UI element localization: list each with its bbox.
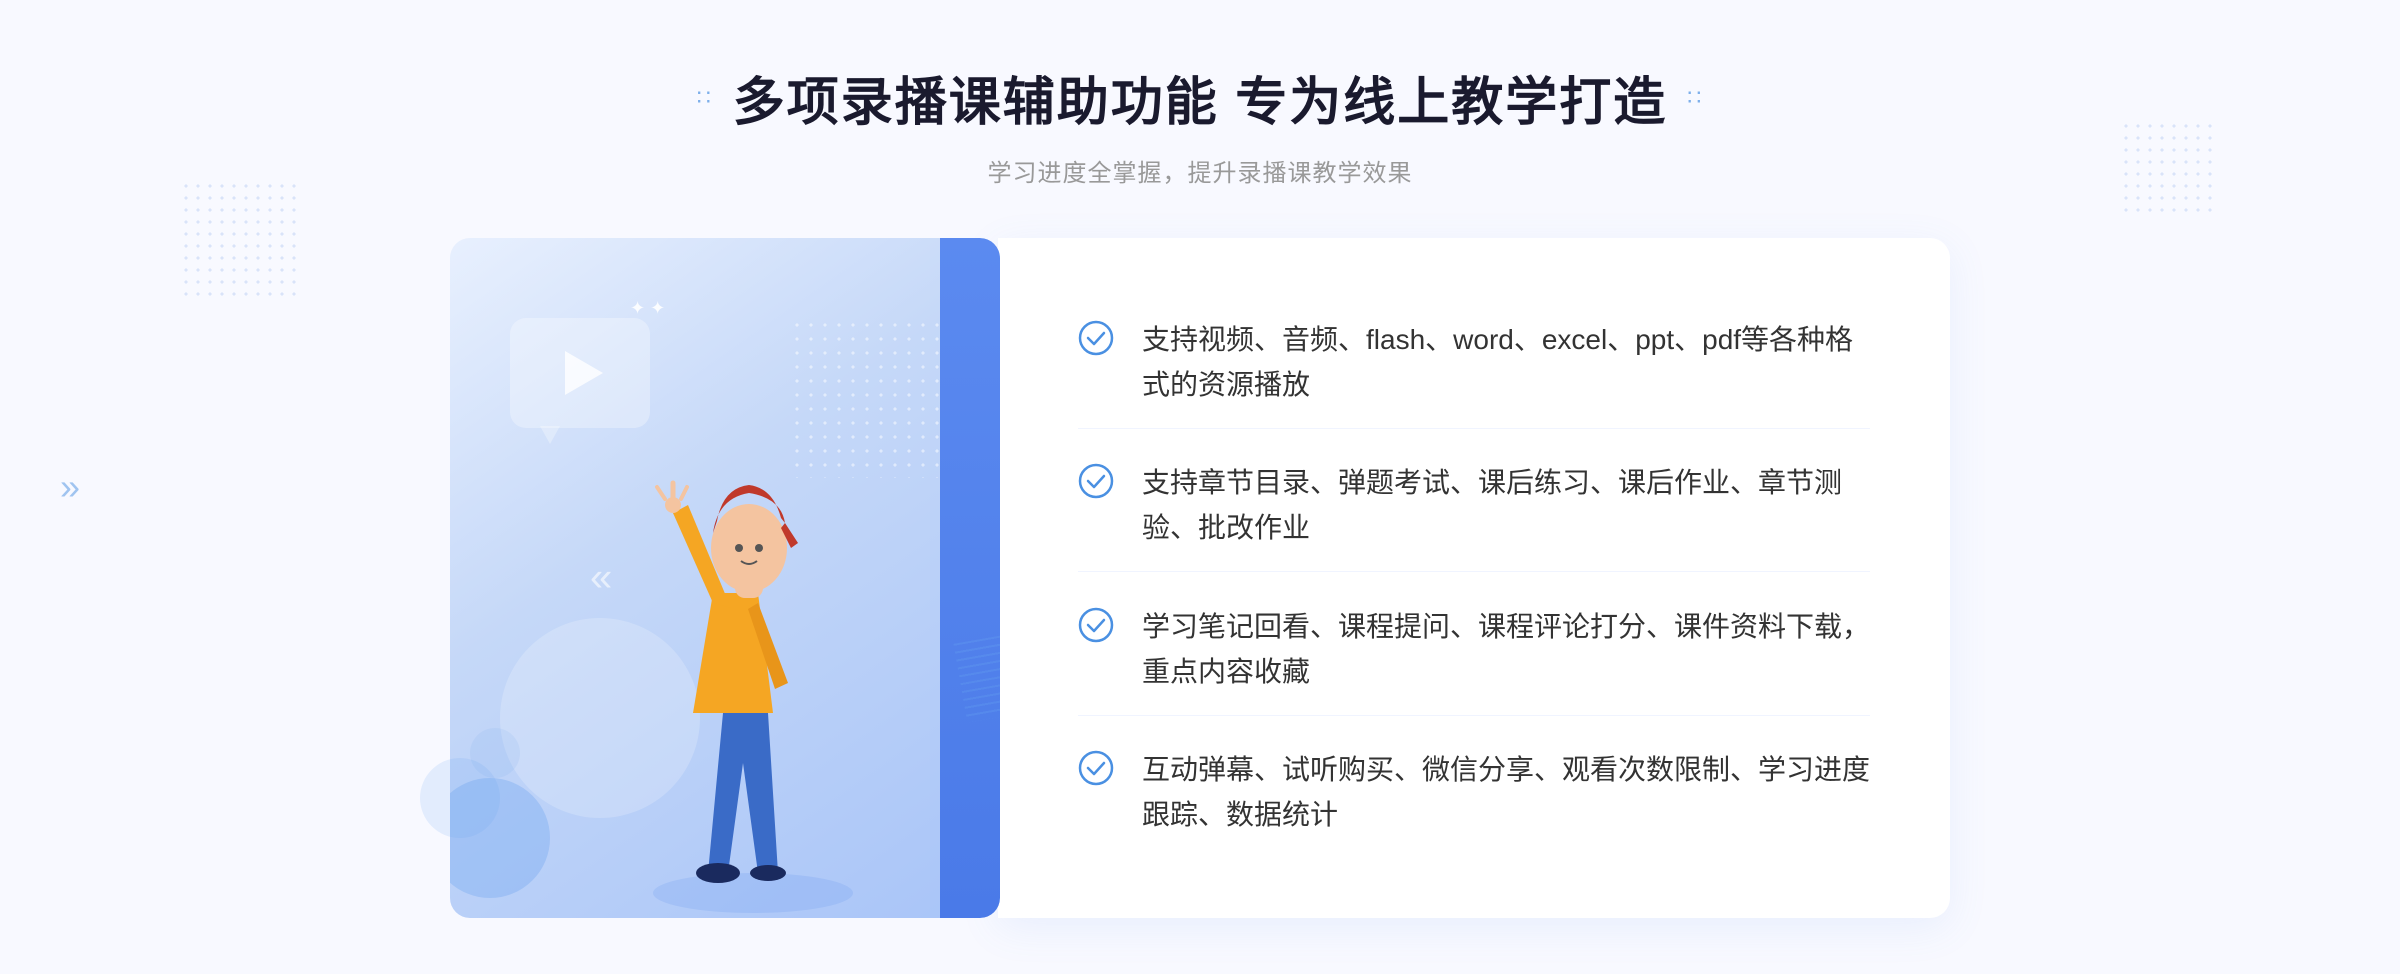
feature-item-1: 支持视频、音频、flash、word、excel、ppt、pdf等各种格式的资源…	[1078, 298, 1870, 429]
features-panel: 支持视频、音频、flash、word、excel、ppt、pdf等各种格式的资源…	[998, 238, 1950, 918]
arrow-left-decoration: »	[60, 466, 72, 508]
human-figure	[613, 393, 893, 918]
feature-text-2: 支持章节目录、弹题考试、课后练习、课后作业、章节测验、批改作业	[1142, 461, 1870, 551]
dots-decoration-right	[2120, 120, 2220, 220]
check-icon-2	[1078, 463, 1114, 499]
deco-circle-small	[470, 728, 520, 778]
main-title: 多项录播课辅助功能 专为线上教学打造	[733, 60, 1667, 135]
subtitle: 学习进度全掌握，提升录播课教学效果	[697, 153, 1703, 188]
feature-text-1: 支持视频、音频、flash、word、excel、ppt、pdf等各种格式的资源…	[1142, 318, 1870, 408]
feature-text-3: 学习笔记回看、课程提问、课程评论打分、课件资料下载，重点内容收藏	[1142, 605, 1870, 695]
illus-arrows-decoration: «	[590, 556, 602, 601]
feature-item-2: 支持章节目录、弹题考试、课后练习、课后作业、章节测验、批改作业	[1078, 441, 1870, 572]
dots-decoration-left	[180, 180, 300, 300]
content-area: ✦ ✦ «	[450, 238, 1950, 958]
light-rays: ✦ ✦	[630, 298, 665, 319]
feature-text-4: 互动弹幕、试听购买、微信分享、观看次数限制、学习进度跟踪、数据统计	[1142, 748, 1870, 838]
check-icon-1	[1078, 320, 1114, 356]
title-row: ∷ 多项录播课辅助功能 专为线上教学打造 ∷	[697, 60, 1703, 135]
check-icon-4	[1078, 750, 1114, 786]
title-dots-left-icon: ∷	[697, 85, 713, 111]
title-dots-right-icon: ∷	[1687, 85, 1703, 111]
feature-item-4: 互动弹幕、试听购买、微信分享、观看次数限制、学习进度跟踪、数据统计	[1078, 728, 1870, 858]
illustration-panel: ✦ ✦ «	[450, 238, 1000, 918]
check-icon-3	[1078, 607, 1114, 643]
header-section: ∷ 多项录播课辅助功能 专为线上教学打造 ∷ 学习进度全掌握，提升录播课教学效果	[697, 60, 1703, 188]
play-icon	[565, 351, 603, 395]
feature-item-3: 学习笔记回看、课程提问、课程评论打分、课件资料下载，重点内容收藏	[1078, 585, 1870, 716]
page-wrapper: » ∷ 多项录播课辅助功能 专为线上教学打造 ∷ 学习进度全掌握，提升录播课教学…	[0, 0, 2400, 974]
blue-side-strip	[940, 238, 1000, 918]
